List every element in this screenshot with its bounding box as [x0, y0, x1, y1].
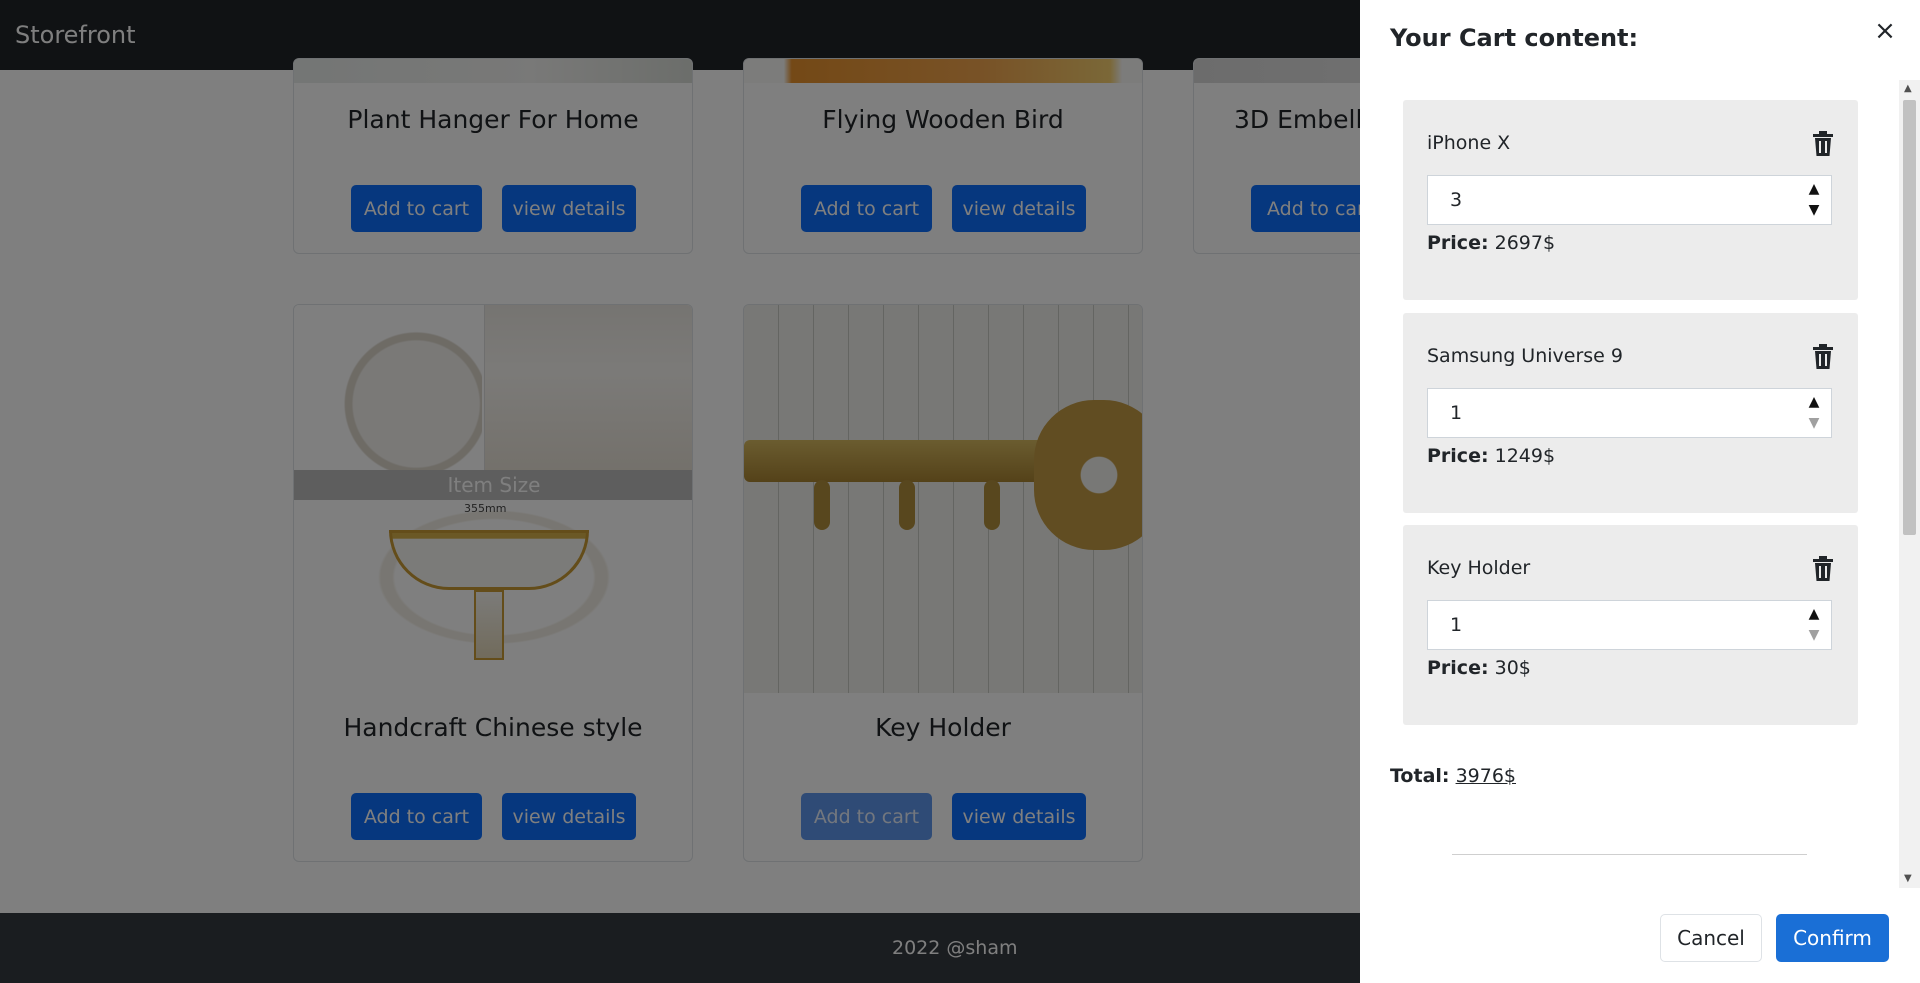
trash-icon[interactable] — [1811, 555, 1835, 583]
spinner[interactable]: ▲ ▼ — [1803, 179, 1825, 221]
decrement-icon[interactable]: ▼ — [1803, 413, 1825, 434]
price-label: Price: — [1427, 232, 1489, 254]
trash-icon[interactable] — [1811, 130, 1835, 158]
divider — [1452, 854, 1807, 855]
scroll-down-icon[interactable]: ▼ — [1904, 873, 1912, 884]
scrollbar[interactable]: ▲ ▼ — [1899, 80, 1920, 888]
scroll-thumb[interactable] — [1903, 100, 1916, 535]
quantity-value: 1 — [1450, 402, 1463, 424]
quantity-stepper[interactable]: 3 ▲ ▼ — [1427, 175, 1832, 225]
price-value: 30$ — [1494, 657, 1531, 679]
cart-item-name: Samsung Universe 9 — [1427, 345, 1623, 367]
cart-item-price: Price: 2697$ — [1427, 232, 1555, 254]
spinner[interactable]: ▲ ▼ — [1803, 604, 1825, 646]
close-icon[interactable]: × — [1870, 16, 1900, 46]
quantity-stepper[interactable]: 1 ▲ ▼ — [1427, 388, 1832, 438]
cart-items-list[interactable]: iPhone X 3 ▲ ▼ Price: 2697$ Samsung Univ… — [1360, 80, 1906, 888]
cart-total: Total: 3976$ — [1390, 765, 1516, 787]
confirm-button[interactable]: Confirm — [1776, 914, 1889, 962]
cart-item: iPhone X 3 ▲ ▼ Price: 2697$ — [1403, 100, 1858, 300]
increment-icon[interactable]: ▲ — [1803, 392, 1825, 413]
cart-item-price: Price: 1249$ — [1427, 445, 1555, 467]
cart-item-name: Key Holder — [1427, 557, 1531, 579]
quantity-value: 1 — [1450, 614, 1463, 636]
cart-item: Samsung Universe 9 1 ▲ ▼ Price: 1249$ — [1403, 313, 1858, 513]
cart-title: Your Cart content: — [1390, 24, 1639, 52]
scroll-up-icon[interactable]: ▲ — [1904, 83, 1912, 94]
spinner[interactable]: ▲ ▼ — [1803, 392, 1825, 434]
cart-panel: Your Cart content: × iPhone X 3 ▲ ▼ Pric… — [1360, 0, 1920, 983]
price-label: Price: — [1427, 445, 1489, 467]
quantity-value: 3 — [1450, 189, 1463, 211]
total-value: 3976$ — [1455, 765, 1517, 787]
quantity-stepper[interactable]: 1 ▲ ▼ — [1427, 600, 1832, 650]
price-value: 2697$ — [1494, 232, 1556, 254]
increment-icon[interactable]: ▲ — [1803, 604, 1825, 625]
decrement-icon[interactable]: ▼ — [1803, 200, 1825, 221]
increment-icon[interactable]: ▲ — [1803, 179, 1825, 200]
price-label: Price: — [1427, 657, 1489, 679]
trash-icon[interactable] — [1811, 343, 1835, 371]
decrement-icon[interactable]: ▼ — [1803, 625, 1825, 646]
cart-item: Key Holder 1 ▲ ▼ Price: 30$ — [1403, 525, 1858, 725]
total-label: Total: — [1390, 765, 1450, 787]
price-value: 1249$ — [1494, 445, 1556, 467]
cancel-button[interactable]: Cancel — [1660, 914, 1762, 962]
cart-item-name: iPhone X — [1427, 132, 1511, 154]
cart-item-price: Price: 30$ — [1427, 657, 1531, 679]
